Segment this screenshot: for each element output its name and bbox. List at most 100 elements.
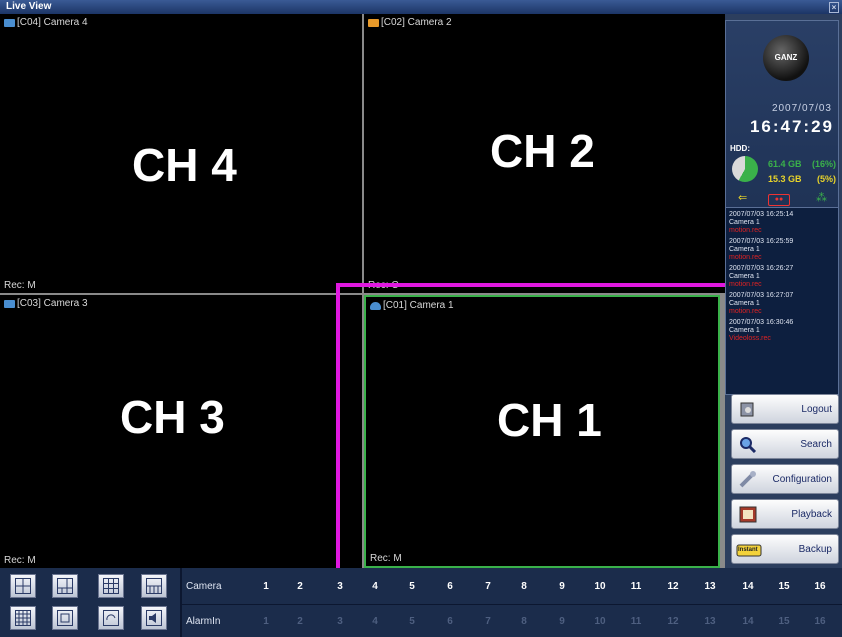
layout-pip-icon [57, 610, 73, 626]
alarmin-indicator-14: 14 [742, 616, 754, 627]
channel-label: CH 4 [132, 139, 237, 191]
search-button[interactable]: Search [731, 429, 839, 459]
camera-icon [368, 18, 379, 27]
layout-sequence-icon [103, 610, 119, 626]
sidebar: GANZ 2007/07/03 16:47:29 HDD: 61.4 GB (1… [725, 14, 842, 568]
layout-16-icon [15, 610, 31, 626]
divider [180, 568, 182, 637]
time-display: 16:47:29 [749, 117, 834, 136]
backup-button[interactable]: Instant Backup [731, 534, 839, 564]
camera-select-13[interactable]: 13 [700, 581, 720, 592]
layout-audio-icon [146, 610, 162, 626]
title-bar: Live View × [0, 0, 842, 14]
alarmin-indicator-12: 12 [667, 616, 679, 627]
layout-6-button[interactable] [52, 574, 78, 598]
event-entry: 2007/07/03 16:26:27 Camera 1 motion.rec [729, 265, 794, 288]
layout-6-icon [57, 578, 73, 594]
alarmin-indicator-15: 15 [778, 616, 790, 627]
hdd-1-percent: (16%) [811, 159, 836, 169]
camera-icon [4, 299, 15, 308]
control-bar: Camera AlarmIn 1 2 3 4 5 6 7 8 9 10 11 12 13 14 15 16 1… [0, 568, 842, 637]
camera-select-16[interactable]: 16 [810, 581, 830, 592]
hdd-label: HDD: [730, 144, 750, 153]
layout-audio-button[interactable] [141, 606, 167, 630]
layout-16-button[interactable] [10, 606, 36, 630]
alarmin-indicator-7: 7 [485, 616, 491, 627]
logout-button[interactable]: Logout [731, 394, 839, 424]
alarmin-indicator-9: 9 [559, 616, 565, 627]
alarmin-indicator-11: 11 [630, 616, 642, 627]
channel-caption: [C04] Camera 4 [17, 17, 88, 28]
layout-9-icon [103, 578, 119, 594]
channel-view-2[interactable]: [C02] Camera 2 CH 2 Rec: C [364, 14, 725, 293]
layout-sequence-button[interactable] [98, 606, 124, 630]
event-log[interactable]: 2007/07/03 16:25:14 Camera 1 motion.rec … [726, 207, 838, 394]
rec-status: Rec: M [4, 555, 36, 566]
camera-select-15[interactable]: 15 [774, 581, 794, 592]
channel-view-3[interactable]: [C03] Camera 3 CH 3 Rec: M [0, 295, 362, 568]
channel-caption: [C03] Camera 3 [17, 298, 88, 309]
camera-select-2[interactable]: 2 [290, 581, 310, 592]
camera-select-9[interactable]: 9 [552, 581, 572, 592]
layout-9-button[interactable] [98, 574, 124, 598]
alarmin-indicator-10: 10 [594, 616, 606, 627]
camera-select-14[interactable]: 14 [738, 581, 758, 592]
alarmin-indicator-1: 1 [263, 616, 269, 627]
channel-label: CH 2 [490, 125, 595, 177]
layout-quad-icon [15, 578, 31, 594]
search-icon [739, 436, 757, 454]
event-entry: 2007/07/03 16:30:46 Camera 1 Videoloss.r… [729, 319, 794, 342]
alarmin-indicator-4: 4 [372, 616, 378, 627]
event-entry: 2007/07/03 16:25:59 Camera 1 motion.rec [729, 238, 794, 261]
usb-icon: ⇐ [738, 192, 748, 204]
backup-icon: Instant [736, 541, 762, 558]
configuration-button[interactable]: Configuration [731, 464, 839, 494]
layout-pip-button[interactable] [52, 606, 78, 630]
camera-select-1[interactable]: 1 [256, 581, 276, 592]
logout-icon [739, 401, 757, 418]
alarmin-indicator-5: 5 [409, 616, 415, 627]
camera-select-3[interactable]: 3 [330, 581, 350, 592]
alarmin-indicator-2: 2 [297, 616, 303, 627]
alarmin-indicator-3: 3 [337, 616, 343, 627]
camera-select-12[interactable]: 12 [663, 581, 683, 592]
alarmin-indicator-16: 16 [814, 616, 826, 627]
alarmin-indicator-13: 13 [704, 616, 716, 627]
camera-row-label: Camera [186, 581, 222, 592]
date-display: 2007/07/03 [771, 103, 832, 114]
alarmin-indicator-6: 6 [447, 616, 453, 627]
hdd-usage-pie [732, 156, 758, 182]
hdd-2-size: 15.3 GB [768, 174, 802, 184]
divider [182, 604, 842, 605]
network-icon: ⁂ [816, 192, 827, 204]
hdd-1-size: 61.4 GB [768, 159, 802, 169]
playback-button[interactable]: Playback [731, 499, 839, 529]
camera-select-4[interactable]: 4 [365, 581, 385, 592]
brand-logo: GANZ [763, 35, 809, 81]
camera-select-11[interactable]: 11 [626, 581, 646, 592]
camera-select-7[interactable]: 7 [478, 581, 498, 592]
channel-label: CH 3 [120, 391, 225, 443]
close-button[interactable]: × [829, 2, 839, 13]
alarmin-row-label: AlarmIn [186, 616, 221, 627]
status-panel: GANZ 2007/07/03 16:47:29 HDD: 61.4 GB (1… [725, 20, 839, 395]
camera-icon [4, 18, 15, 27]
event-entry: 2007/07/03 16:27:07 Camera 1 motion.rec [729, 292, 794, 315]
camera-select-5[interactable]: 5 [402, 581, 422, 592]
configuration-icon [739, 471, 757, 488]
camera-select-6[interactable]: 6 [440, 581, 460, 592]
hdd-2-percent: (5%) [816, 174, 836, 184]
layout-10-button[interactable] [141, 574, 167, 598]
selection-highlight [336, 283, 742, 576]
alarmin-indicator-8: 8 [521, 616, 527, 627]
recording-icon: ●● [768, 194, 790, 206]
camera-select-10[interactable]: 10 [590, 581, 610, 592]
camera-select-8[interactable]: 8 [514, 581, 534, 592]
rec-status: Rec: M [4, 280, 36, 291]
layout-quad-button[interactable] [10, 574, 36, 598]
channel-caption: [C02] Camera 2 [381, 17, 452, 28]
event-entry: 2007/07/03 16:25:14 Camera 1 motion.rec [729, 211, 794, 234]
window-title: Live View [6, 1, 52, 12]
channel-view-4[interactable]: [C04] Camera 4 CH 4 Rec: M [0, 14, 362, 293]
playback-icon [739, 506, 757, 523]
